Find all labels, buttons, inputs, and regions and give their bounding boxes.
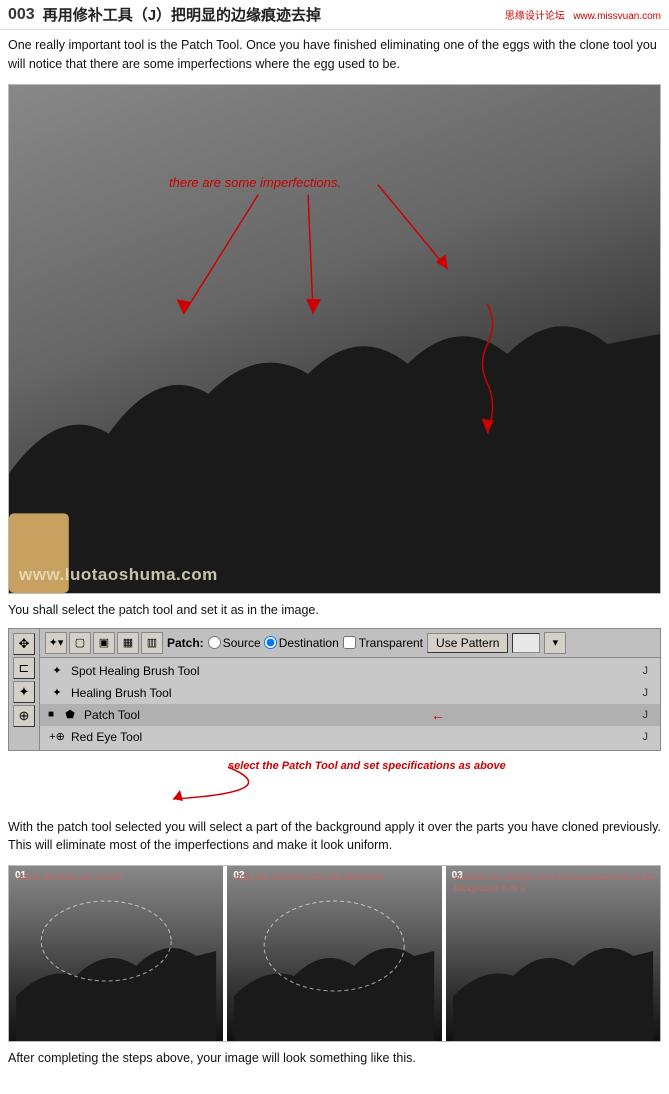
toolbar-inner: ✥ ⊏ ✦ ⊕ ✦▾ ▢ ▣ ▦ ▥ Patch: <box>9 629 660 750</box>
site-info: 思缘设计论坛 www.missvuan.com <box>505 7 661 22</box>
tool-item-red-eye[interactable]: +⊕ Red Eye Tool J <box>40 726 660 748</box>
toolbar-options-bar: ✦▾ ▢ ▣ ▦ ▥ Patch: Source <box>40 629 660 658</box>
side-tool-heal[interactable]: ✦ <box>13 681 35 703</box>
toolbar-right: ✦▾ ▢ ▣ ▦ ▥ Patch: Source <box>40 629 660 750</box>
destination-radio-label[interactable]: Destination <box>264 636 339 650</box>
spot-healing-name: Spot Healing Brush Tool <box>71 664 638 678</box>
step-title: 再用修补工具（J）把明显的边缘痕迹去掉 <box>43 4 321 25</box>
toolbar-annotation-text: select the Patch Tool and set specificat… <box>228 760 506 772</box>
toolbar-btn-1[interactable]: ▢ <box>69 632 91 654</box>
patch-selection-arrow: ← <box>431 707 445 723</box>
toolbar-icon-group: ✦▾ ▢ ▣ ▦ ▥ <box>45 632 163 654</box>
bottom-annotation-1: select the area you cloned <box>17 872 219 884</box>
transparent-checkbox[interactable] <box>343 636 356 649</box>
bottom-image-2: 02 drag the selection over the blemishes <box>225 866 441 1041</box>
site-url: www.missvuan.com <box>573 11 661 22</box>
patch-name: Patch Tool <box>84 708 637 722</box>
patch-icon: ⬟ <box>61 706 79 724</box>
side-tool-move[interactable]: ✥ <box>13 633 35 655</box>
bottom-image-3: 03 and drop the selection over the blemi… <box>444 866 660 1041</box>
bottom-img-2-overlay <box>227 866 441 1041</box>
transparent-group: Transparent <box>343 636 423 650</box>
toolbar-annotation-container: select the Patch Tool and set specificat… <box>8 757 661 812</box>
intro-text: One really important tool is the Patch T… <box>0 30 669 80</box>
source-radio-label[interactable]: Source <box>208 636 261 650</box>
source-label: Source <box>223 636 261 650</box>
toolbar-annotation-svg: select the Patch Tool and set specificat… <box>8 757 608 812</box>
header: 003 再用修补工具（J）把明显的边缘痕迹去掉 思缘设计论坛 www.missv… <box>0 0 669 30</box>
watermark: www.luotaoshuma.com <box>19 565 218 585</box>
bottom-annotation-2: drag the selection over the blemishes <box>235 872 437 884</box>
bottom-images-row: 01 select the area you cloned 02 drag th… <box>8 865 661 1042</box>
destination-label: Destination <box>279 636 339 650</box>
toolbar-panel: ✥ ⊏ ✦ ⊕ ✦▾ ▢ ▣ ▦ ▥ Patch: <box>8 628 661 751</box>
red-eye-shortcut: J <box>643 731 653 743</box>
red-eye-icon: +⊕ <box>48 728 66 746</box>
bottom-image-1: 01 select the area you cloned <box>9 866 223 1041</box>
source-radio[interactable] <box>208 636 221 649</box>
toolbar-icon-heal[interactable]: ✦▾ <box>45 632 67 654</box>
tools-list: ✦ Spot Healing Brush Tool J ✦ Healing Br… <box>40 658 660 750</box>
spot-healing-shortcut: J <box>643 665 653 677</box>
red-eye-name: Red Eye Tool <box>71 730 638 744</box>
site-label: 思缘设计论坛 <box>505 11 565 22</box>
toolbar-btn-3[interactable]: ▦ <box>117 632 139 654</box>
image-annotation: there are some imperfections. <box>169 175 341 190</box>
final-caption: After completing the steps above, your i… <box>0 1046 669 1070</box>
bottom-annotation-3: and drop the selection over the blemishe… <box>454 872 656 894</box>
tool-item-patch[interactable]: ■ ⬟ Patch Tool J ← <box>40 704 660 726</box>
toolbar-btn-4[interactable]: ▥ <box>141 632 163 654</box>
caption-1: You shall select the patch tool and set … <box>0 598 669 622</box>
transparent-label: Transparent <box>359 636 423 650</box>
side-tool-lasso[interactable]: ⊏ <box>13 657 35 679</box>
toolbar-side-tools: ✥ ⊏ ✦ ⊕ <box>9 629 40 750</box>
use-pattern-button[interactable]: Use Pattern <box>427 633 508 653</box>
tool-item-spot-healing[interactable]: ✦ Spot Healing Brush Tool J <box>40 660 660 682</box>
spot-healing-icon: ✦ <box>48 662 66 680</box>
patch-active-indicator: ■ <box>48 709 56 720</box>
patch-shortcut: J <box>643 709 653 721</box>
tool-item-healing[interactable]: ✦ Healing Brush Tool J <box>40 682 660 704</box>
caption-2: With the patch tool selected you will se… <box>0 812 669 862</box>
toolbar-expand-btn[interactable]: ▾ <box>544 632 566 654</box>
step-number: 003 <box>8 6 35 24</box>
bottom-img-1-overlay <box>9 866 223 1041</box>
healing-name: Healing Brush Tool <box>71 686 638 700</box>
destination-radio[interactable] <box>264 636 277 649</box>
toolbar-btn-2[interactable]: ▣ <box>93 632 115 654</box>
patch-label: Patch: <box>167 636 204 650</box>
side-tool-clone[interactable]: ⊕ <box>13 705 35 727</box>
header-left: 003 再用修补工具（J）把明显的边缘痕迹去掉 <box>8 4 321 25</box>
radio-group: Source Destination <box>208 636 339 650</box>
arrows-overlay <box>9 85 660 593</box>
toolbar-wrapper: ✥ ⊏ ✦ ⊕ ✦▾ ▢ ▣ ▦ ▥ Patch: <box>0 628 669 812</box>
main-image: there are some imperfections. www.luotao… <box>8 84 661 594</box>
pattern-swatch <box>512 633 540 653</box>
healing-shortcut: J <box>643 687 653 699</box>
healing-icon: ✦ <box>48 684 66 702</box>
